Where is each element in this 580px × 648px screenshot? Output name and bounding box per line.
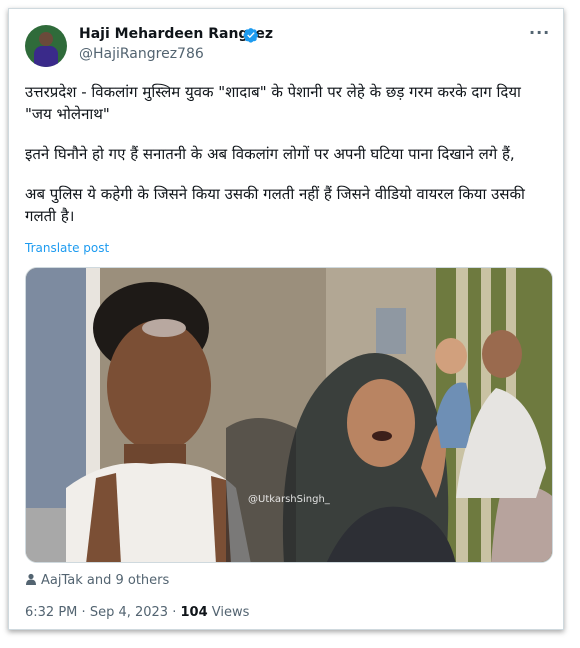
liked-by-text: AajTak and 9 others: [41, 573, 170, 588]
separator: ·: [81, 605, 86, 620]
author-avatar[interactable]: [25, 25, 67, 67]
tweet-card: Haji Mehardeen Rangrez @HajiRangrez786 ·…: [8, 8, 564, 630]
post-paragraph: अब पुलिस ये कहेगी के जिसने किया उसकी गलत…: [25, 185, 525, 225]
post-time[interactable]: 6:32 PM: [25, 605, 77, 620]
separator: ·: [172, 605, 177, 620]
author-handle[interactable]: @HajiRangrez786: [79, 46, 204, 62]
post-media-video[interactable]: @UtkarshSingh_: [25, 267, 553, 563]
more-options-icon[interactable]: ···: [529, 23, 550, 42]
post-text: उत्तरप्रदेश - विकलांग मुस्लिम युवक "शादा…: [25, 81, 550, 245]
verified-badge-icon: [243, 28, 259, 43]
post-paragraph: इतने घिनौने हो गए हैं सनातनी के अब विकला…: [25, 145, 515, 163]
translate-post-link[interactable]: Translate post: [25, 241, 109, 255]
views-label: Views: [211, 605, 250, 620]
views-count: 104: [180, 605, 208, 620]
post-paragraph: उत्तरप्रदेश - विकलांग मुस्लिम युवक "शादा…: [25, 83, 521, 123]
person-icon: [26, 573, 36, 585]
video-still: [26, 268, 552, 562]
post-meta: 6:32 PM · Sep 4, 2023 · 104 Views: [25, 605, 249, 620]
video-watermark: @UtkarshSingh_: [248, 494, 330, 505]
liked-by-row[interactable]: AajTak and 9 others: [25, 573, 169, 588]
avatar-body: [34, 46, 58, 67]
post-date[interactable]: Sep 4, 2023: [90, 605, 168, 620]
avatar-head: [39, 32, 53, 46]
